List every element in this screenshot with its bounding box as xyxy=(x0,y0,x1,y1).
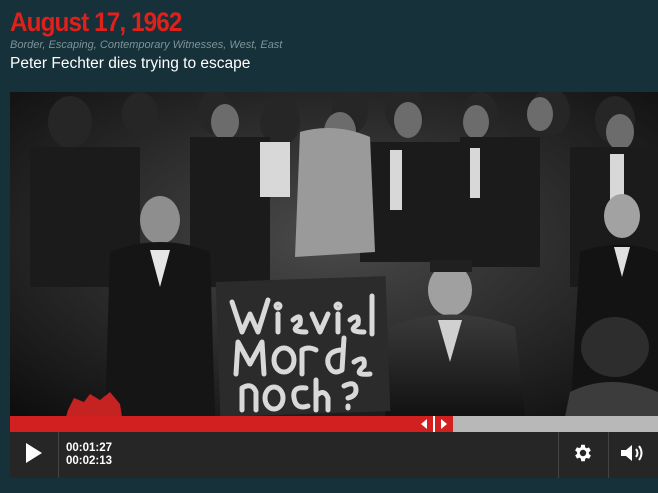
current-time: 00:01:27 xyxy=(66,442,113,454)
progress-fill xyxy=(10,416,435,432)
volume-button[interactable] xyxy=(608,432,657,478)
video-still xyxy=(10,92,658,417)
settings-button[interactable] xyxy=(558,432,607,478)
header: August 17, 1962 Border, Escaping, Contem… xyxy=(10,8,650,74)
play-button[interactable] xyxy=(10,432,59,478)
progress-scrubber[interactable] xyxy=(415,416,454,432)
gear-icon xyxy=(572,442,594,468)
progress-bar[interactable] xyxy=(10,416,658,432)
video-subtitle: Peter Fechter dies trying to escape xyxy=(10,55,251,72)
chevron-right-icon xyxy=(434,416,454,432)
play-icon xyxy=(25,442,43,468)
player-controls: 00:01:27 00:02:13 xyxy=(10,432,658,478)
tag-list: Border, Escaping, Contemporary Witnesses… xyxy=(10,39,283,51)
volume-icon xyxy=(620,443,646,467)
video-frame[interactable] xyxy=(10,92,658,417)
total-time: 00:02:13 xyxy=(66,455,113,467)
page-title: August 17, 1962 xyxy=(10,7,182,37)
time-display: 00:01:27 00:02:13 xyxy=(66,442,112,468)
chevron-left-icon xyxy=(415,416,435,432)
